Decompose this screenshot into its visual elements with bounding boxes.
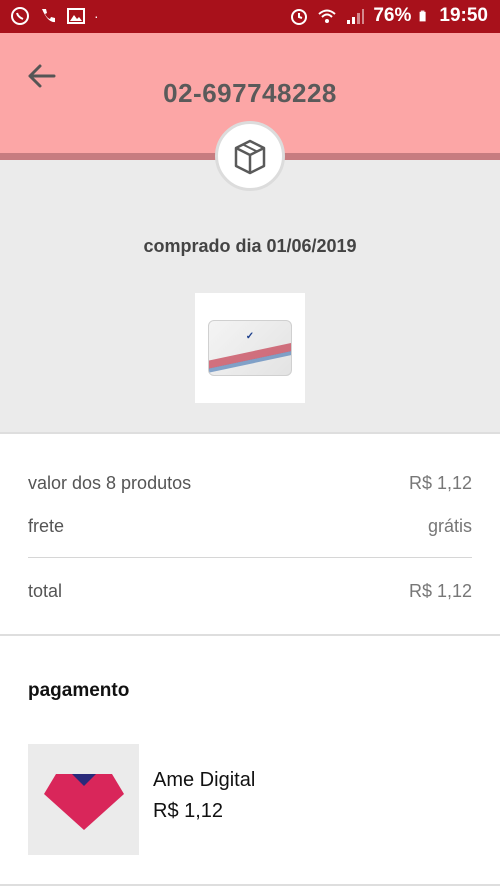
- ame-digital-logo-icon: [43, 773, 124, 830]
- purchase-date: comprado dia 01/06/2019: [143, 236, 357, 256]
- whatsapp-icon: [11, 7, 29, 25]
- system-status: 76% 19:50: [289, 5, 488, 27]
- payment-method-name: Ame Digital: [153, 769, 256, 791]
- products-value-amount: R$ 1,12: [408, 473, 472, 493]
- order-number: 02-697748228: [163, 78, 337, 108]
- section-divider: [0, 634, 500, 636]
- payment-amount: R$ 1,12: [153, 800, 224, 822]
- wifi-icon: [318, 9, 337, 23]
- shipping-row: frete grátis: [28, 516, 472, 537]
- package-box-icon: [234, 139, 266, 175]
- section-divider: [0, 432, 500, 434]
- total-divider: [28, 557, 472, 558]
- products-value-row: valor dos 8 produtos R$ 1,12: [28, 473, 472, 494]
- rexona-soap-product-image: ✓: [208, 320, 292, 376]
- alarm-icon: [291, 9, 308, 25]
- payment-method-logo: [28, 744, 139, 855]
- payment-title: pagamento: [28, 680, 130, 701]
- status-bar: · 76% 19:50: [0, 0, 500, 33]
- call-icon: [42, 9, 55, 23]
- shipping-value: grátis: [427, 516, 472, 536]
- signal-icon: [347, 9, 365, 24]
- total-row: total R$ 1,12: [28, 581, 472, 602]
- battery-percent: 76%: [373, 5, 412, 26]
- package-badge: [215, 121, 285, 191]
- notification-icons: ·: [10, 6, 99, 26]
- dot-icon: ·: [94, 8, 99, 24]
- products-value-label: valor dos 8 produtos: [28, 473, 192, 493]
- total-label: total: [28, 581, 63, 601]
- image-icon: [67, 8, 85, 24]
- battery-icon: [419, 10, 426, 22]
- shipping-label: frete: [28, 516, 65, 536]
- section-divider: [0, 884, 500, 886]
- total-value: R$ 1,12: [408, 581, 472, 601]
- soap-brand-mark: ✓: [245, 331, 255, 342]
- product-thumbnail[interactable]: ✓: [195, 293, 305, 403]
- clock-time: 19:50: [439, 5, 488, 26]
